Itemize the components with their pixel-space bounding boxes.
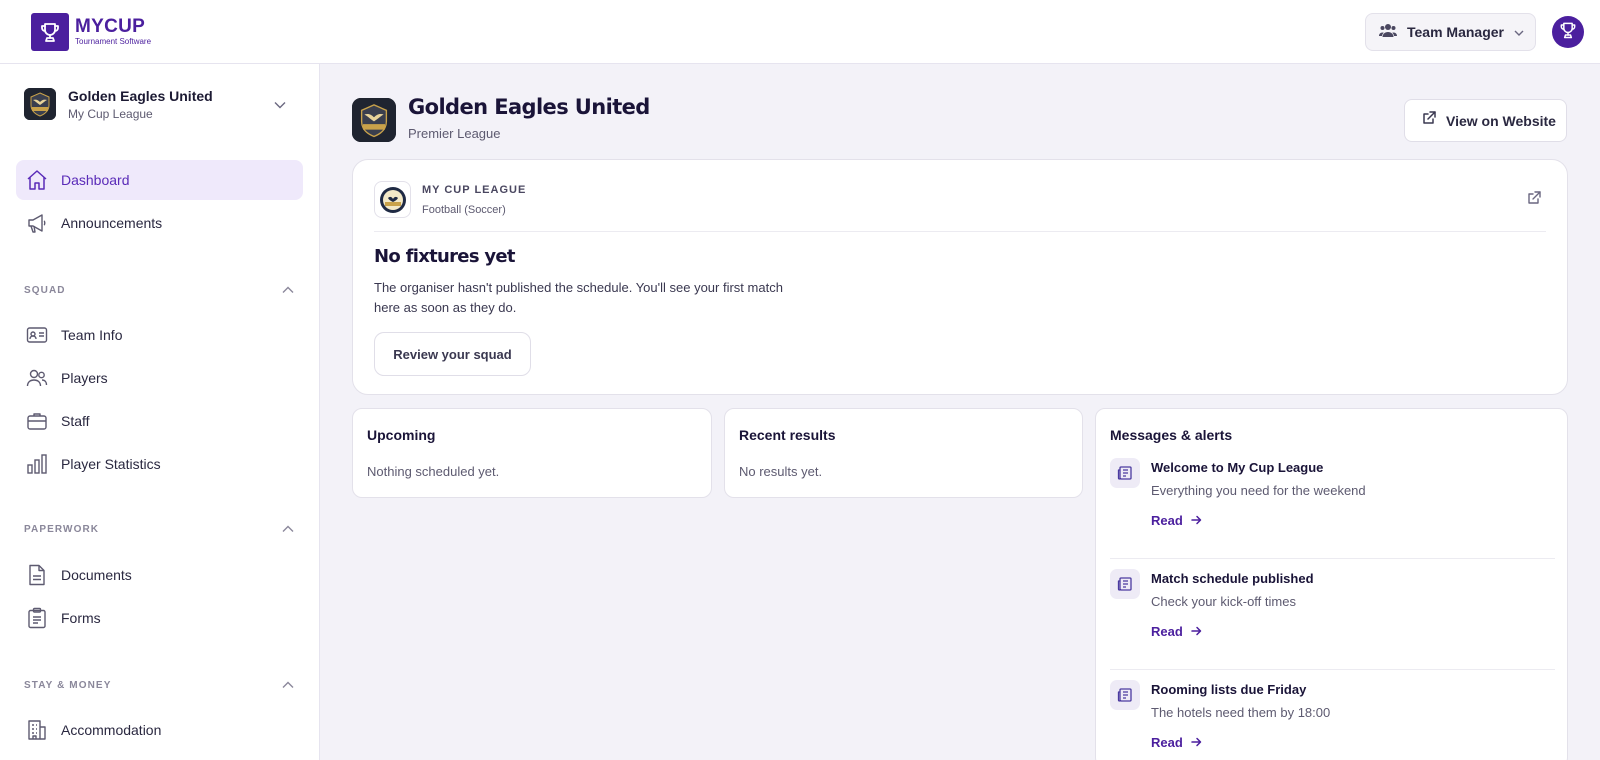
external-link-icon [1422, 111, 1436, 130]
upcoming-card: Upcoming Nothing scheduled yet. [352, 408, 712, 498]
users-icon [26, 367, 48, 389]
divider [1110, 669, 1555, 670]
home-icon [26, 169, 48, 191]
sidebar-item-label: Forms [61, 610, 101, 626]
message-subtitle: The hotels need them by 18:00 [1151, 705, 1331, 720]
message-title: Welcome to My Cup League [1151, 460, 1324, 475]
role-label: Team Manager [1407, 24, 1504, 40]
clipboard-icon [26, 607, 48, 629]
sidebar-item-label: Documents [61, 567, 132, 583]
sidebar-item-label: Staff [61, 413, 90, 429]
read-label: Read [1151, 624, 1183, 639]
messages-card: Messages & alerts Welcome to My Cup Leag… [1095, 408, 1568, 760]
team-crest [24, 88, 56, 120]
sidebar-item-label: Player Statistics [61, 456, 161, 472]
message-item: Rooming lists due Friday The hotels need… [1110, 680, 1555, 760]
review-squad-button[interactable]: Review your squad [374, 332, 531, 376]
divider [1110, 558, 1555, 559]
team-crest [352, 98, 396, 142]
card-title: Upcoming [367, 427, 436, 443]
message-title: Rooming lists due Friday [1151, 682, 1307, 697]
view-on-website-button[interactable]: View on Website [1404, 99, 1567, 142]
sidebar-item-label: Players [61, 370, 108, 386]
read-link[interactable]: Read [1151, 735, 1202, 750]
brand-logo[interactable]: MYCUP Tournament Software [31, 13, 151, 51]
document-icon [26, 564, 48, 586]
fixtures-card: MY CUP LEAGUE Football (Soccer) No fixtu… [352, 159, 1568, 395]
sidebar-item-dashboard[interactable]: Dashboard [16, 160, 303, 200]
chevron-up-icon [282, 520, 294, 538]
page-title: Golden Eagles United [408, 95, 650, 119]
recent-results-card: Recent results No results yet. [724, 408, 1083, 498]
sidebar-item-players[interactable]: Players [16, 358, 303, 398]
external-link-icon[interactable] [1527, 191, 1541, 210]
sidebar-item-label: Team Info [61, 327, 123, 343]
sidebar-item-staff[interactable]: Staff [16, 401, 303, 441]
chevron-down-icon [274, 96, 286, 114]
sidebar-item-player-statistics[interactable]: Player Statistics [16, 444, 303, 484]
team-league: My Cup League [68, 106, 153, 121]
read-link[interactable]: Read [1151, 624, 1202, 639]
read-label: Read [1151, 513, 1183, 528]
team-switcher[interactable]: Golden Eagles United My Cup League [24, 84, 296, 124]
chevron-up-icon [282, 676, 294, 694]
sidebar-item-label: Accommodation [61, 722, 162, 738]
bar-chart-icon [26, 453, 48, 475]
trophy-icon [31, 13, 69, 51]
sidebar-item-announcements[interactable]: Announcements [16, 203, 303, 243]
section-header-squad[interactable]: SQUAD [24, 282, 294, 298]
sidebar-item-team-info[interactable]: Team Info [16, 315, 303, 355]
read-link[interactable]: Read [1151, 513, 1202, 528]
newspaper-icon [1110, 458, 1140, 488]
megaphone-icon [26, 212, 48, 234]
team-name: Golden Eagles United [68, 87, 213, 104]
sidebar-item-label: Dashboard [61, 172, 130, 188]
page-subtitle: Premier League [408, 126, 501, 141]
league-name: MY CUP LEAGUE [422, 184, 527, 196]
card-title: Messages & alerts [1110, 427, 1233, 443]
brand-tagline: Tournament Software [75, 37, 152, 46]
arrow-right-icon [1191, 513, 1202, 528]
message-subtitle: Everything you need for the weekend [1151, 483, 1366, 498]
empty-state-text: No results yet. [739, 464, 823, 479]
role-switcher-button[interactable]: Team Manager [1365, 13, 1536, 51]
trophy-icon [1558, 20, 1578, 45]
building-icon [26, 719, 48, 741]
sidebar-item-forms[interactable]: Forms [16, 598, 303, 638]
read-label: Read [1151, 735, 1183, 750]
message-subtitle: Check your kick-off times [1151, 594, 1296, 609]
newspaper-icon [1110, 680, 1140, 710]
newspaper-icon [1110, 569, 1140, 599]
section-header-paperwork[interactable]: PAPERWORK [24, 521, 294, 537]
divider [374, 231, 1546, 232]
brand-name: MYCUP [75, 16, 146, 37]
message-item: Welcome to My Cup League Everything you … [1110, 458, 1555, 538]
users-icon [1379, 22, 1397, 43]
empty-state-text: Nothing scheduled yet. [367, 464, 500, 479]
league-sport: Football (Soccer) [422, 204, 506, 216]
arrow-right-icon [1191, 624, 1202, 639]
section-label: PAPERWORK [24, 523, 100, 535]
user-avatar[interactable] [1552, 16, 1584, 48]
briefcase-icon [26, 410, 48, 432]
sidebar: Golden Eagles United My Cup League Dashb… [0, 64, 320, 760]
message-title: Match schedule published [1151, 571, 1314, 586]
message-item: Match schedule published Check your kick… [1110, 569, 1555, 649]
sidebar-item-accommodation[interactable]: Accommodation [16, 710, 303, 750]
view-on-website-label: View on Website [1446, 112, 1556, 129]
section-label: STAY & MONEY [24, 679, 112, 691]
top-bar: MYCUP Tournament Software Team Manager [0, 0, 1600, 64]
sidebar-item-label: Announcements [61, 215, 163, 231]
league-logo [374, 181, 411, 218]
section-label: SQUAD [24, 284, 66, 296]
id-card-icon [26, 324, 48, 346]
sidebar-item-documents[interactable]: Documents [16, 555, 303, 595]
chevron-down-icon [1514, 23, 1524, 41]
fixtures-empty-title: No fixtures yet [374, 246, 516, 267]
chevron-up-icon [282, 281, 294, 299]
arrow-right-icon [1191, 735, 1202, 750]
fixtures-empty-text: The organiser hasn't published the sched… [374, 280, 783, 315]
section-header-stay-money[interactable]: STAY & MONEY [24, 677, 294, 693]
card-title: Recent results [739, 427, 836, 443]
